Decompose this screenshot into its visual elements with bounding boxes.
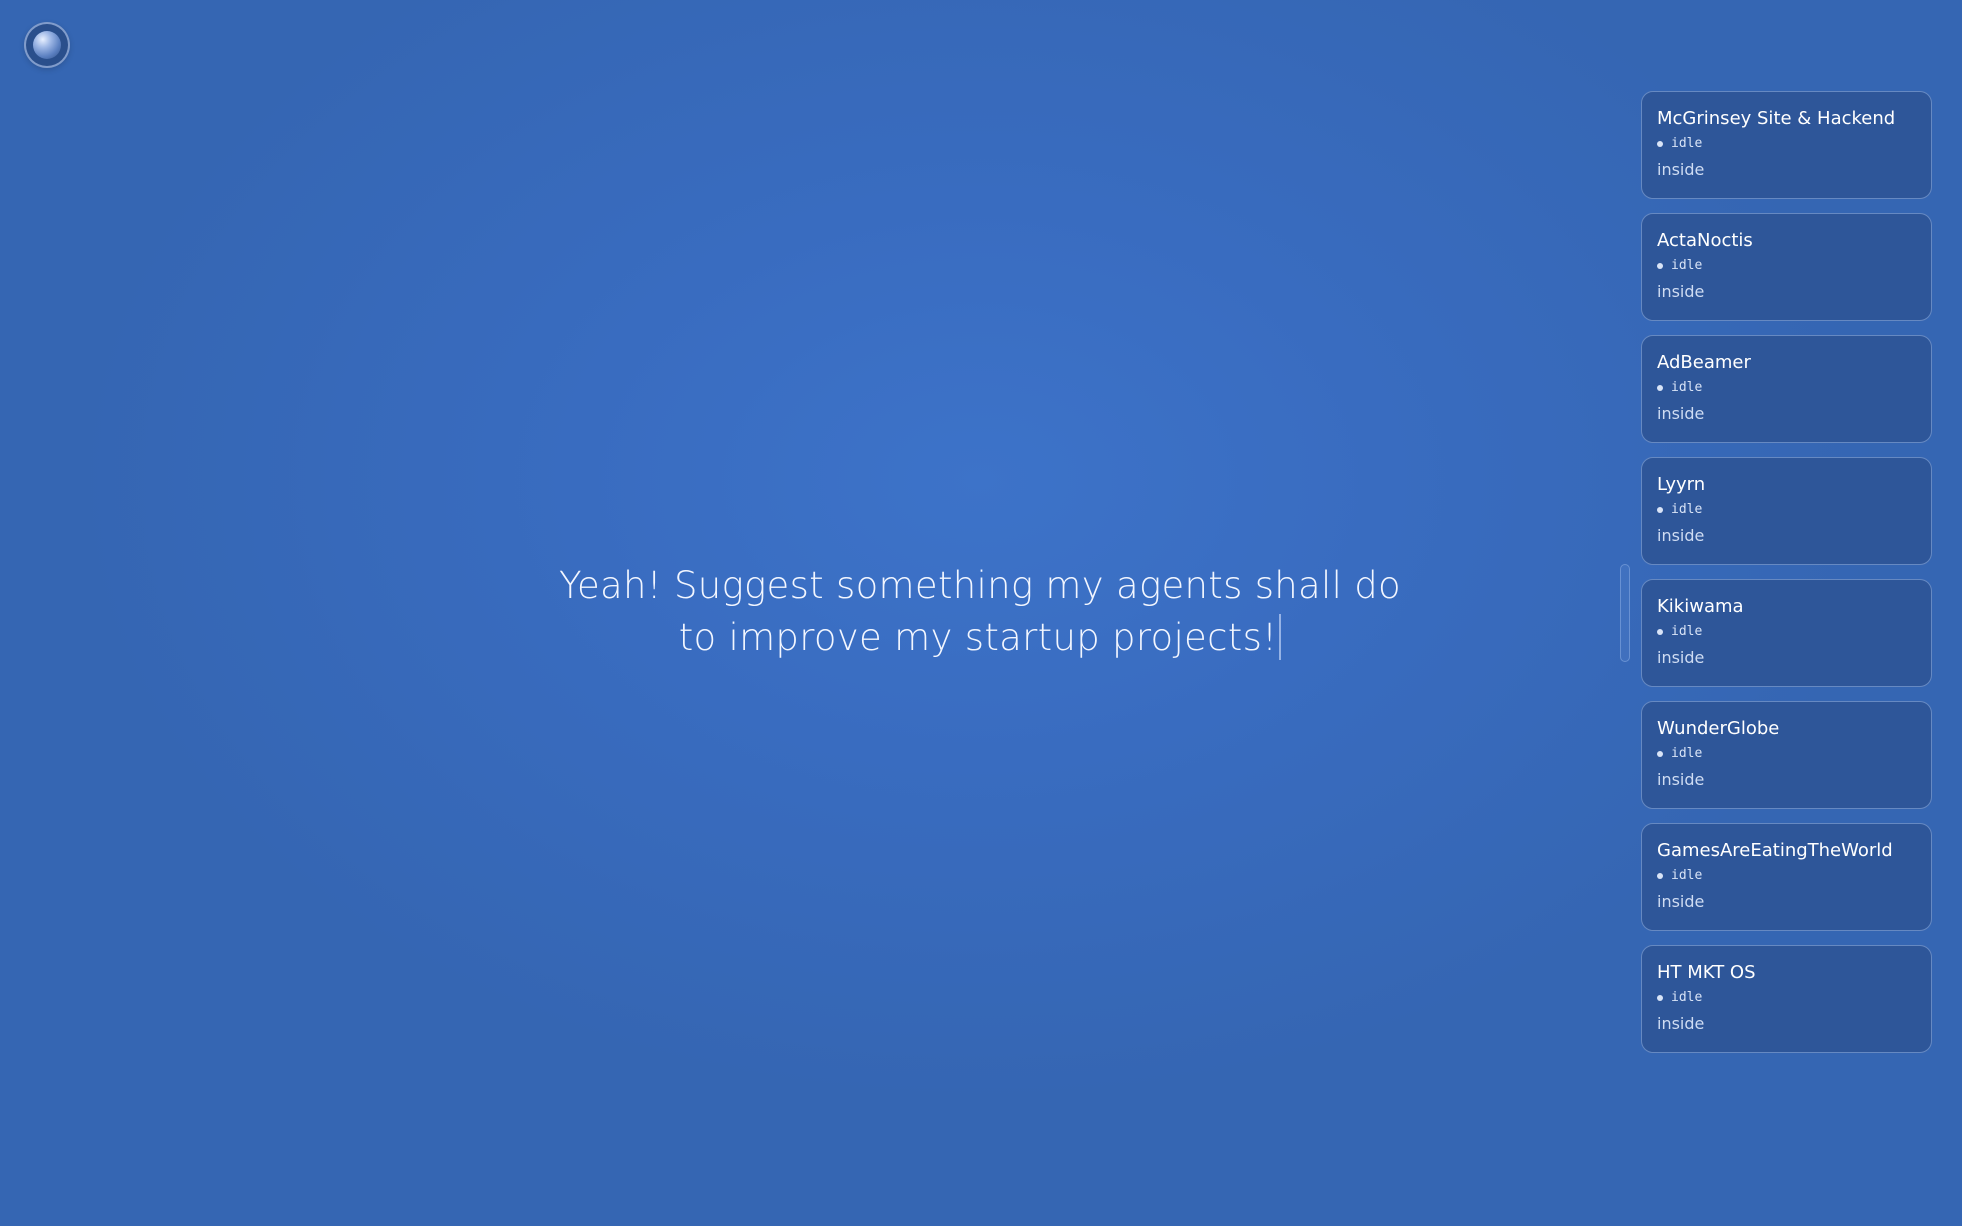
- agent-name: Lyyrn: [1657, 474, 1706, 495]
- agent-location: inside: [1657, 770, 1705, 789]
- agent-name: HT MKT OS: [1657, 962, 1756, 983]
- agent-card[interactable]: Kikiwama idle inside: [1641, 579, 1932, 687]
- agent-location: inside: [1657, 648, 1705, 667]
- agent-status: idle: [1657, 624, 1916, 640]
- agent-card[interactable]: GamesAreEatingTheWorld idle inside: [1641, 823, 1932, 931]
- agent-name: AdBeamer: [1657, 352, 1751, 373]
- status-dot-icon: [1657, 141, 1663, 147]
- agent-status-label: idle: [1671, 136, 1703, 151]
- agent-name: WunderGlobe: [1657, 718, 1780, 739]
- agent-card[interactable]: McGrinsey Site & Hackend idle inside: [1641, 91, 1932, 199]
- agent-location: inside: [1657, 404, 1705, 423]
- status-dot-icon: [1657, 385, 1663, 391]
- agent-status-label: idle: [1671, 380, 1703, 395]
- agent-location: inside: [1657, 282, 1705, 301]
- agent-list: McGrinsey Site & Hackend idle inside Act…: [1641, 91, 1932, 1053]
- scroll-handle[interactable]: [1620, 564, 1630, 662]
- status-dot-icon: [1657, 507, 1663, 513]
- agent-status-label: idle: [1671, 258, 1703, 273]
- status-dot-icon: [1657, 995, 1663, 1001]
- prompt-input[interactable]: Yeah! Suggest something my agents shall …: [520, 560, 1440, 664]
- agent-location: inside: [1657, 892, 1705, 911]
- agent-status-label: idle: [1671, 868, 1703, 883]
- agent-status: idle: [1657, 502, 1916, 518]
- agent-status-label: idle: [1671, 624, 1703, 639]
- agent-status-label: idle: [1671, 746, 1703, 761]
- status-dot-icon: [1657, 751, 1663, 757]
- agent-name: ActaNoctis: [1657, 230, 1753, 251]
- status-dot-icon: [1657, 629, 1663, 635]
- prompt-line-2-text: to improve my startup projects!: [678, 616, 1278, 659]
- agent-card[interactable]: AdBeamer idle inside: [1641, 335, 1932, 443]
- prompt-line-1: Yeah! Suggest something my agents shall …: [559, 564, 1401, 607]
- agent-location: inside: [1657, 526, 1705, 545]
- agent-status: idle: [1657, 990, 1916, 1006]
- agent-status-label: idle: [1671, 502, 1703, 517]
- agent-card[interactable]: WunderGlobe idle inside: [1641, 701, 1932, 809]
- orb-menu-button[interactable]: [24, 22, 70, 68]
- text-caret: [1279, 614, 1282, 660]
- prompt-line-2: to improve my startup projects!: [520, 612, 1440, 664]
- agent-card[interactable]: HT MKT OS idle inside: [1641, 945, 1932, 1053]
- agent-status: idle: [1657, 136, 1916, 152]
- agent-name: GamesAreEatingTheWorld: [1657, 840, 1893, 861]
- agent-card[interactable]: ActaNoctis idle inside: [1641, 213, 1932, 321]
- agent-location: inside: [1657, 1014, 1705, 1033]
- agent-card[interactable]: Lyyrn idle inside: [1641, 457, 1932, 565]
- agent-status: idle: [1657, 258, 1916, 274]
- agent-name: Kikiwama: [1657, 596, 1744, 617]
- orb-icon: [33, 31, 61, 59]
- agent-status: idle: [1657, 868, 1916, 884]
- agent-status: idle: [1657, 746, 1916, 762]
- status-dot-icon: [1657, 263, 1663, 269]
- agent-name: McGrinsey Site & Hackend: [1657, 108, 1896, 129]
- agent-location: inside: [1657, 160, 1705, 179]
- agent-status-label: idle: [1671, 990, 1703, 1005]
- agent-status: idle: [1657, 380, 1916, 396]
- status-dot-icon: [1657, 873, 1663, 879]
